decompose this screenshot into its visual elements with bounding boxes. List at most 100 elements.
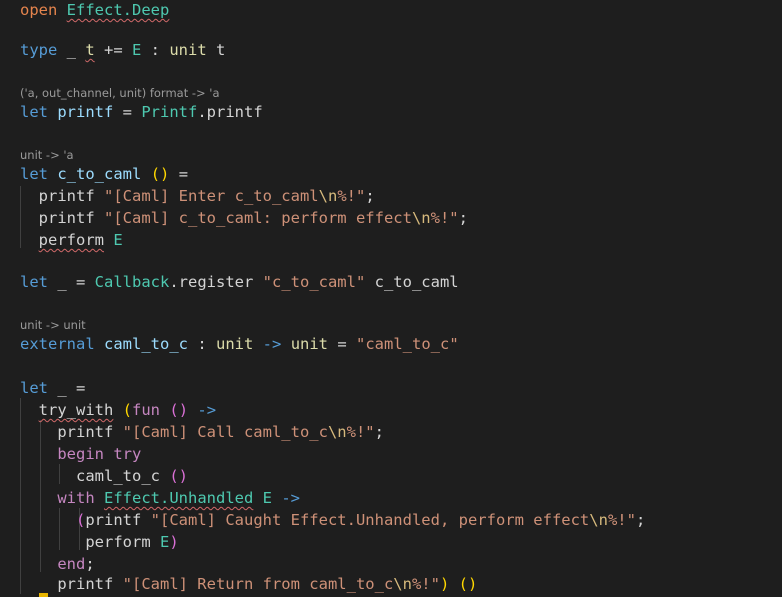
code-token: "[Caml] c_to_caml: perform effect: [104, 209, 412, 227]
code-token: (): [458, 575, 478, 593]
code-token: printf: [57, 103, 114, 121]
code-token: E: [262, 489, 272, 507]
code-line[interactable]: open Effect.Deep: [20, 0, 169, 20]
code-line[interactable]: end;: [20, 554, 95, 574]
code-token: ;: [458, 209, 468, 227]
code-token: :: [141, 41, 170, 59]
code-token: \n: [411, 209, 431, 227]
code-editor[interactable]: open Effect.Deep type _ t += E : unit t ('…: [0, 0, 782, 597]
code-token: "[Caml] Enter c_to_caml: [104, 187, 319, 205]
code-line[interactable]: with Effect.Unhandled E ->: [20, 488, 300, 508]
code-token: E: [132, 41, 142, 59]
code-token: unit -> 'a: [20, 148, 74, 162]
code-line[interactable]: begin try: [20, 444, 141, 464]
code-token: (: [122, 401, 133, 419]
code-line[interactable]: let _ = Callback.register "c_to_caml" c_…: [20, 272, 459, 292]
code-token: unit: [290, 335, 329, 353]
code-token: "caml_to_c": [356, 335, 459, 353]
code-token: ;: [365, 187, 375, 205]
code-token: %!": [346, 423, 375, 441]
code-token: let: [20, 103, 48, 121]
code-token: \n: [318, 187, 338, 205]
code-token: Effect.Deep: [66, 1, 170, 19]
code-line[interactable]: caml_to_c (): [20, 466, 188, 486]
code-token: ;: [635, 511, 646, 529]
code-token: (): [169, 401, 189, 419]
code-line[interactable]: perform E: [20, 230, 123, 250]
code-line[interactable]: perform E): [20, 532, 178, 552]
code-token: =: [113, 103, 142, 121]
code-token: ->: [262, 335, 282, 353]
code-token: printf: [20, 187, 104, 205]
code-token: let: [20, 273, 48, 291]
code-token: "[Caml] Caught Effect.Unhandled, perform…: [150, 511, 590, 529]
code-token: \n: [393, 575, 412, 593]
code-token: ->: [197, 401, 217, 419]
code-token: printf: [20, 209, 104, 227]
code-token: (): [150, 165, 170, 183]
code-line[interactable]: (printf "[Caml] Caught Effect.Unhandled,…: [20, 510, 645, 530]
code-token: t: [85, 41, 95, 59]
code-line[interactable]: printf "[Caml] Call caml_to_c\n%!";: [20, 422, 384, 442]
code-token: ->: [281, 489, 301, 507]
code-token: \n: [589, 511, 608, 529]
code-token: _ =: [48, 273, 95, 291]
code-line[interactable]: printf "[Caml] Enter c_to_caml\n%!";: [20, 186, 375, 206]
code-token: let: [20, 379, 48, 397]
code-line[interactable]: external caml_to_c : unit -> unit = "cam…: [20, 334, 459, 354]
inlay-type-hint: unit -> unit: [20, 318, 86, 332]
code-token: printf: [85, 511, 151, 529]
code-token: =: [328, 335, 357, 353]
code-token: E: [113, 231, 123, 249]
code-token: t: [206, 41, 226, 59]
code-token: "[Caml] Return from caml_to_c: [122, 575, 394, 593]
code-token: ;: [85, 555, 95, 573]
code-token: with: [57, 489, 95, 507]
code-token: begin: [57, 445, 104, 463]
code-token: perform: [38, 231, 104, 249]
code-token: %!": [337, 187, 366, 205]
code-token: ;: [374, 423, 384, 441]
code-line[interactable]: let _ =: [20, 378, 85, 398]
code-line[interactable]: printf "[Caml] Return from caml_to_c\n%!…: [20, 574, 477, 594]
code-line[interactable]: let printf = Printf.printf: [20, 102, 263, 122]
code-token: %!": [430, 209, 459, 227]
code-token: open: [20, 1, 58, 19]
code-line[interactable]: type _ t += E : unit t: [20, 40, 225, 60]
code-token: _: [57, 41, 86, 59]
code-token: external: [20, 335, 95, 353]
code-token: c_to_caml: [57, 165, 142, 183]
code-token: .printf: [197, 103, 263, 121]
code-token: let: [20, 165, 48, 183]
code-token: c_to_caml: [365, 273, 459, 291]
code-token: fun: [132, 401, 161, 419]
code-line[interactable]: try_with (fun () ->: [20, 400, 216, 420]
code-line[interactable]: let c_to_caml () =: [20, 164, 188, 184]
text-cursor: [39, 593, 48, 597]
code-token: ): [439, 575, 450, 593]
code-token: end: [57, 555, 86, 573]
code-token: Printf: [141, 103, 198, 121]
code-token: _ =: [48, 379, 86, 397]
code-token: (: [76, 511, 86, 529]
code-token: Callback: [94, 273, 170, 291]
code-token: +=: [94, 41, 132, 59]
code-token: perform: [20, 533, 160, 551]
code-line[interactable]: printf "[Caml] c_to_caml: perform effect…: [20, 208, 468, 228]
code-token: "c_to_caml": [262, 273, 366, 291]
code-token: unit -> unit: [20, 318, 86, 332]
